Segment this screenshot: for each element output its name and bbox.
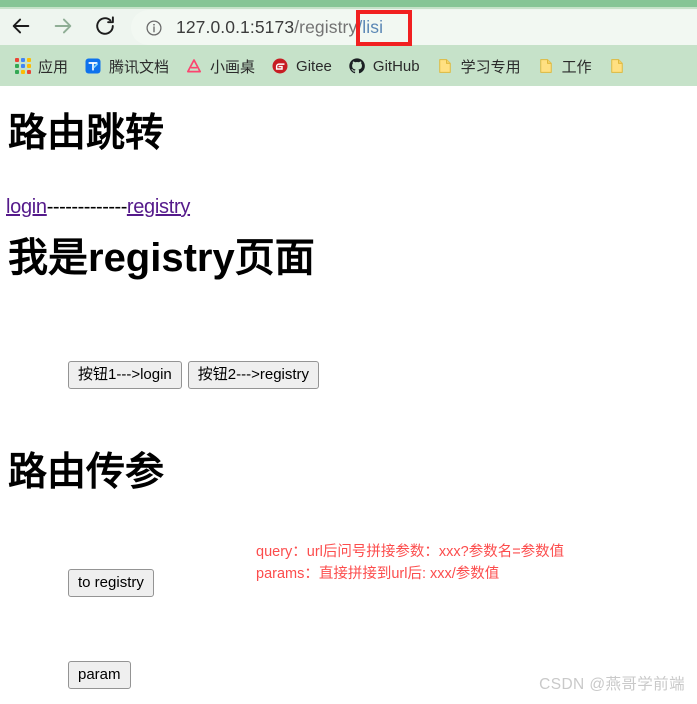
button-param[interactable]: param xyxy=(68,661,131,690)
link-login[interactable]: login xyxy=(6,196,47,218)
forward-button[interactable] xyxy=(48,11,78,41)
folder-icon xyxy=(539,59,552,73)
link-registry[interactable]: registry xyxy=(127,196,190,218)
bookmark-folder-study[interactable]: 学习专用 xyxy=(430,53,527,79)
bookmark-label: 学习专用 xyxy=(460,58,521,76)
url-tail: /lisi xyxy=(357,17,384,37)
page-viewport: 路由跳转 login-------------registry 我是regist… xyxy=(0,86,697,704)
link-separator: ------------- xyxy=(46,196,128,218)
folder-icon xyxy=(610,59,623,73)
bookmark-apps[interactable]: 应用 xyxy=(9,53,74,79)
github-icon xyxy=(349,58,365,74)
bookmark-label: 工作 xyxy=(561,58,592,76)
address-bar-url: 127.0.0.1:5173/registry/lisi xyxy=(176,17,383,38)
browser-tabstrip-edge xyxy=(0,0,697,7)
heading-registry-page: 我是registry页面 xyxy=(8,236,315,280)
apps-grid-icon xyxy=(15,58,31,74)
csdn-watermark: CSDN @燕哥学前端 xyxy=(539,676,685,693)
bookmark-label: 应用 xyxy=(38,58,69,76)
gitee-icon xyxy=(272,58,288,74)
nav-button-group: 按钮1--->login 按钮2--->registry xyxy=(68,361,320,390)
bookmark-folder-work[interactable]: 工作 xyxy=(531,53,598,79)
bookmarks-bar: 应用 腾讯文档 小画桌 Gitee GitHub 学习专用 工作 xyxy=(0,46,697,86)
param-button-group: param xyxy=(68,661,131,690)
button-to-registry[interactable]: to registry xyxy=(68,569,154,598)
browser-chrome: 127.0.0.1:5173/registry/lisi 应用 腾讯文档 小画桌… xyxy=(0,0,697,86)
address-bar[interactable]: 127.0.0.1:5173/registry/lisi xyxy=(131,10,697,45)
url-path: /registry xyxy=(294,17,358,37)
bookmark-gitee[interactable]: Gitee xyxy=(265,53,338,79)
url-host: 127.0.0.1:5173 xyxy=(176,17,295,37)
button-goto-login[interactable]: 按钮1--->login xyxy=(68,361,182,390)
tencent-docs-icon xyxy=(85,58,101,74)
params-note-params: params：直接拼接到url后: xxx/参数值 xyxy=(256,566,500,583)
bookmark-tencent-docs[interactable]: 腾讯文档 xyxy=(78,53,175,79)
query-button-group: to registry xyxy=(68,569,154,598)
bookmark-label: GitHub xyxy=(372,57,420,75)
xiaohuazhuo-icon xyxy=(187,59,202,73)
reload-icon xyxy=(96,16,114,35)
back-button[interactable] xyxy=(6,11,36,41)
page-title-route-params: 路由传参 xyxy=(8,451,165,494)
back-arrow-icon xyxy=(12,18,30,34)
forward-arrow-icon xyxy=(54,18,72,34)
button-goto-registry[interactable]: 按钮2--->registry xyxy=(187,361,320,390)
folder-icon xyxy=(438,59,451,73)
bookmark-folder-overflow[interactable] xyxy=(602,53,639,79)
router-link-row: login-------------registry xyxy=(6,196,190,219)
params-annotation-note: query：url后问号拼接参数：xxx?参数名=参数值 params：直接拼接… xyxy=(256,541,564,586)
bookmark-label: Gitee xyxy=(296,57,332,75)
bookmark-label: 腾讯文档 xyxy=(109,58,170,76)
info-circle-icon[interactable] xyxy=(145,19,163,37)
bookmark-xiaohuazhuo[interactable]: 小画桌 xyxy=(179,53,261,79)
bookmark-label: 小画桌 xyxy=(210,58,256,76)
bookmark-github[interactable]: GitHub xyxy=(342,53,426,79)
reload-button[interactable] xyxy=(90,11,120,41)
params-note-query: query：url后问号拼接参数：xxx?参数名=参数值 xyxy=(256,544,565,560)
page-title-route-jump: 路由跳转 xyxy=(8,112,165,155)
